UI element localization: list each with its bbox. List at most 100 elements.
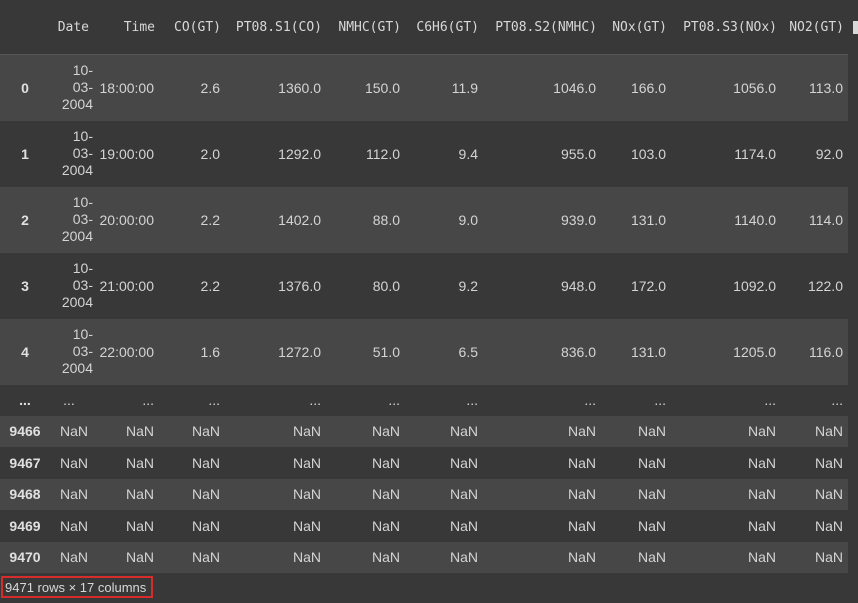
row-index: 9470 [9,549,41,566]
table-cell: NaN [292,549,321,566]
table-cell: 131.0 [630,343,666,360]
table-row: 9468 NaN NaN NaN NaN NaN NaN NaN NaN NaN NaN [0,478,848,510]
table-row: 9467 NaN NaN NaN NaN NaN NaN NaN NaN NaN NaN [0,447,848,479]
row-index: 3 [21,277,29,294]
table-cell: NaN [59,549,88,566]
table-cell: 2.2 [200,277,220,294]
table-cell: 18:00:00 [99,79,155,96]
table-cell: 9.4 [458,145,478,162]
table-cell: NaN [371,486,400,503]
table-cell: 1292.0 [278,145,321,162]
table-cell: 112.0 [366,145,400,162]
table-row: 4 10- 03- 2004 22:00:00 1.6 1272.0 51.0 6.5 836.0… [0,318,848,385]
table-cell: NaN [191,486,220,503]
table-cell: 1056.0 [733,79,776,96]
row-index: 1 [21,145,29,162]
table-cell: NaN [125,549,154,566]
table-cell: NaN [747,423,776,440]
date-part: 2004 [61,96,93,113]
table-cell: NaN [371,517,400,534]
table-cell: NaN [449,423,478,440]
table-cell: NaN [637,517,666,534]
table-header-row: Date Time CO(GT) PT08.S1(CO) NMHC(GT) C6H6(GT… [0,0,848,55]
table-cell: 150.0 [364,79,400,96]
table-cell: NaN [371,549,400,566]
index-header [0,0,50,55]
table-cell: NaN [747,517,776,534]
date-cell: 10- 03- 2004 [50,121,93,187]
table-cell: 22:00:00 [99,343,155,360]
table-cell: 1046.0 [553,79,596,96]
table-cell: NaN [449,486,478,503]
row-index: 2 [21,211,29,228]
table-cell: NaN [292,423,321,440]
table-row: 9469 NaN NaN NaN NaN NaN NaN NaN NaN NaN NaN [0,510,848,542]
table-cell: 836.0 [560,343,596,360]
table-cell: 19:00:00 [99,145,155,162]
table-cell: 1272.0 [278,343,321,360]
table-cell: 172.0 [630,277,666,294]
ellipsis-cell: ... [309,392,321,408]
table-cell: 113.0 [809,79,843,96]
table-cell: 51.0 [372,343,400,360]
table-cell: NaN [59,423,88,440]
table-cell: NaN [449,549,478,566]
column-header: Date [50,0,93,55]
table-cell: 2.2 [200,211,220,228]
date-cell: 10- 03- 2004 [50,319,93,385]
dataframe-table: Date Time CO(GT) PT08.S1(CO) NMHC(GT) C6H6(GT… [0,0,848,573]
ellipsis-cell: ... [142,392,154,408]
ellipsis-cell: ... [584,392,596,408]
ellipsis-row: ................................. [0,384,848,416]
table-cell: NaN [371,454,400,471]
dataframe-output: Date Time CO(GT) PT08.S1(CO) NMHC(GT) C6H6(GT… [0,0,858,603]
table-row: 9470 NaN NaN NaN NaN NaN NaN NaN NaN NaN NaN [0,541,848,573]
dataframe-shape-label: 9471 rows × 17 columns [1,576,154,598]
table-cell: NaN [59,517,88,534]
column-header: CO(GT) [159,0,225,55]
ellipsis-cell: ... [19,392,31,408]
table-cell: NaN [567,517,596,534]
date-part: 2004 [61,360,93,376]
table-cell: NaN [191,517,220,534]
table-cell: NaN [637,486,666,503]
column-header: NMHC(GT) [326,0,405,55]
table-cell: NaN [292,517,321,534]
date-part: 2004 [61,228,93,244]
table-cell: 166.0 [630,79,666,96]
table-cell: NaN [125,517,154,534]
table-cell: NaN [567,549,596,566]
ellipsis-cell: ... [831,392,843,408]
table-cell: NaN [191,423,220,440]
table-cell: NaN [292,454,321,471]
table-cell: NaN [292,486,321,503]
date-part: 03- [72,145,93,161]
row-index: 4 [21,343,29,360]
table-cell: 2.0 [200,145,220,162]
table-cell: 20:00:00 [99,211,155,228]
date-part: 10- [72,260,93,276]
date-part: 2004 [61,162,93,178]
date-cell: 10- 03- 2004 [50,187,93,253]
table-cell: NaN [125,454,154,471]
table-cell: NaN [814,423,843,440]
column-header: PT08.S2(NMHC) [483,0,601,55]
column-header: C6H6(GT) [405,0,483,55]
table-cell: NaN [637,454,666,471]
table-cell: 103.0 [630,145,666,162]
table-cell: 1376.0 [278,277,321,294]
ellipsis-cell: ... [63,392,75,408]
table-cell: NaN [125,423,154,440]
table-row: 3 10- 03- 2004 21:00:00 2.2 1376.0 80.0 9.2 948.0… [0,252,848,319]
row-index: 9468 [9,486,41,503]
date-part: 2004 [61,294,93,310]
row-index: 9467 [9,454,41,471]
column-header: PT08.S3(NOx) [671,0,781,55]
table-cell: 116.0 [809,343,843,360]
table-cell: NaN [567,454,596,471]
table-cell: 11.9 [451,79,478,96]
column-header: Time [93,0,159,55]
table-cell: NaN [59,454,88,471]
table-cell: NaN [449,517,478,534]
table-row: 2 10- 03- 2004 20:00:00 2.2 1402.0 88.0 9.0 939.0… [0,186,848,253]
